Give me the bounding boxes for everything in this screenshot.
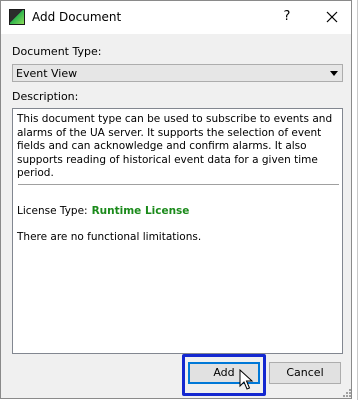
close-icon bbox=[326, 11, 338, 23]
add-document-dialog: Add Document ? Document Type: Event View… bbox=[0, 0, 352, 399]
help-button[interactable]: ? bbox=[273, 4, 301, 30]
license-type-value: Runtime License bbox=[91, 205, 190, 217]
dropdown-arrow-icon bbox=[330, 71, 338, 76]
description-panel: This document type can be used to subscr… bbox=[12, 108, 343, 354]
description-text: This document type can be used to subscr… bbox=[17, 113, 333, 179]
license-row: License Type: Runtime License bbox=[17, 205, 189, 217]
document-type-label: Document Type: bbox=[12, 45, 102, 58]
limitations-text: There are no functional limitations. bbox=[17, 231, 202, 243]
license-type-label: License Type: bbox=[17, 205, 88, 217]
background-divider bbox=[357, 0, 358, 400]
close-button[interactable] bbox=[318, 4, 346, 30]
app-icon bbox=[9, 9, 25, 25]
background-window-edge bbox=[352, 0, 360, 400]
resize-grip-icon[interactable] bbox=[341, 387, 351, 397]
document-type-value: Event View bbox=[16, 67, 78, 80]
cancel-button[interactable]: Cancel bbox=[269, 362, 341, 384]
help-icon: ? bbox=[283, 9, 291, 24]
document-type-dropdown[interactable]: Event View bbox=[12, 64, 343, 82]
title-bar: Add Document ? bbox=[1, 1, 351, 34]
mouse-cursor-icon bbox=[239, 369, 254, 390]
dialog-title: Add Document bbox=[32, 10, 122, 24]
description-label: Description: bbox=[12, 90, 79, 103]
description-divider bbox=[18, 184, 339, 185]
